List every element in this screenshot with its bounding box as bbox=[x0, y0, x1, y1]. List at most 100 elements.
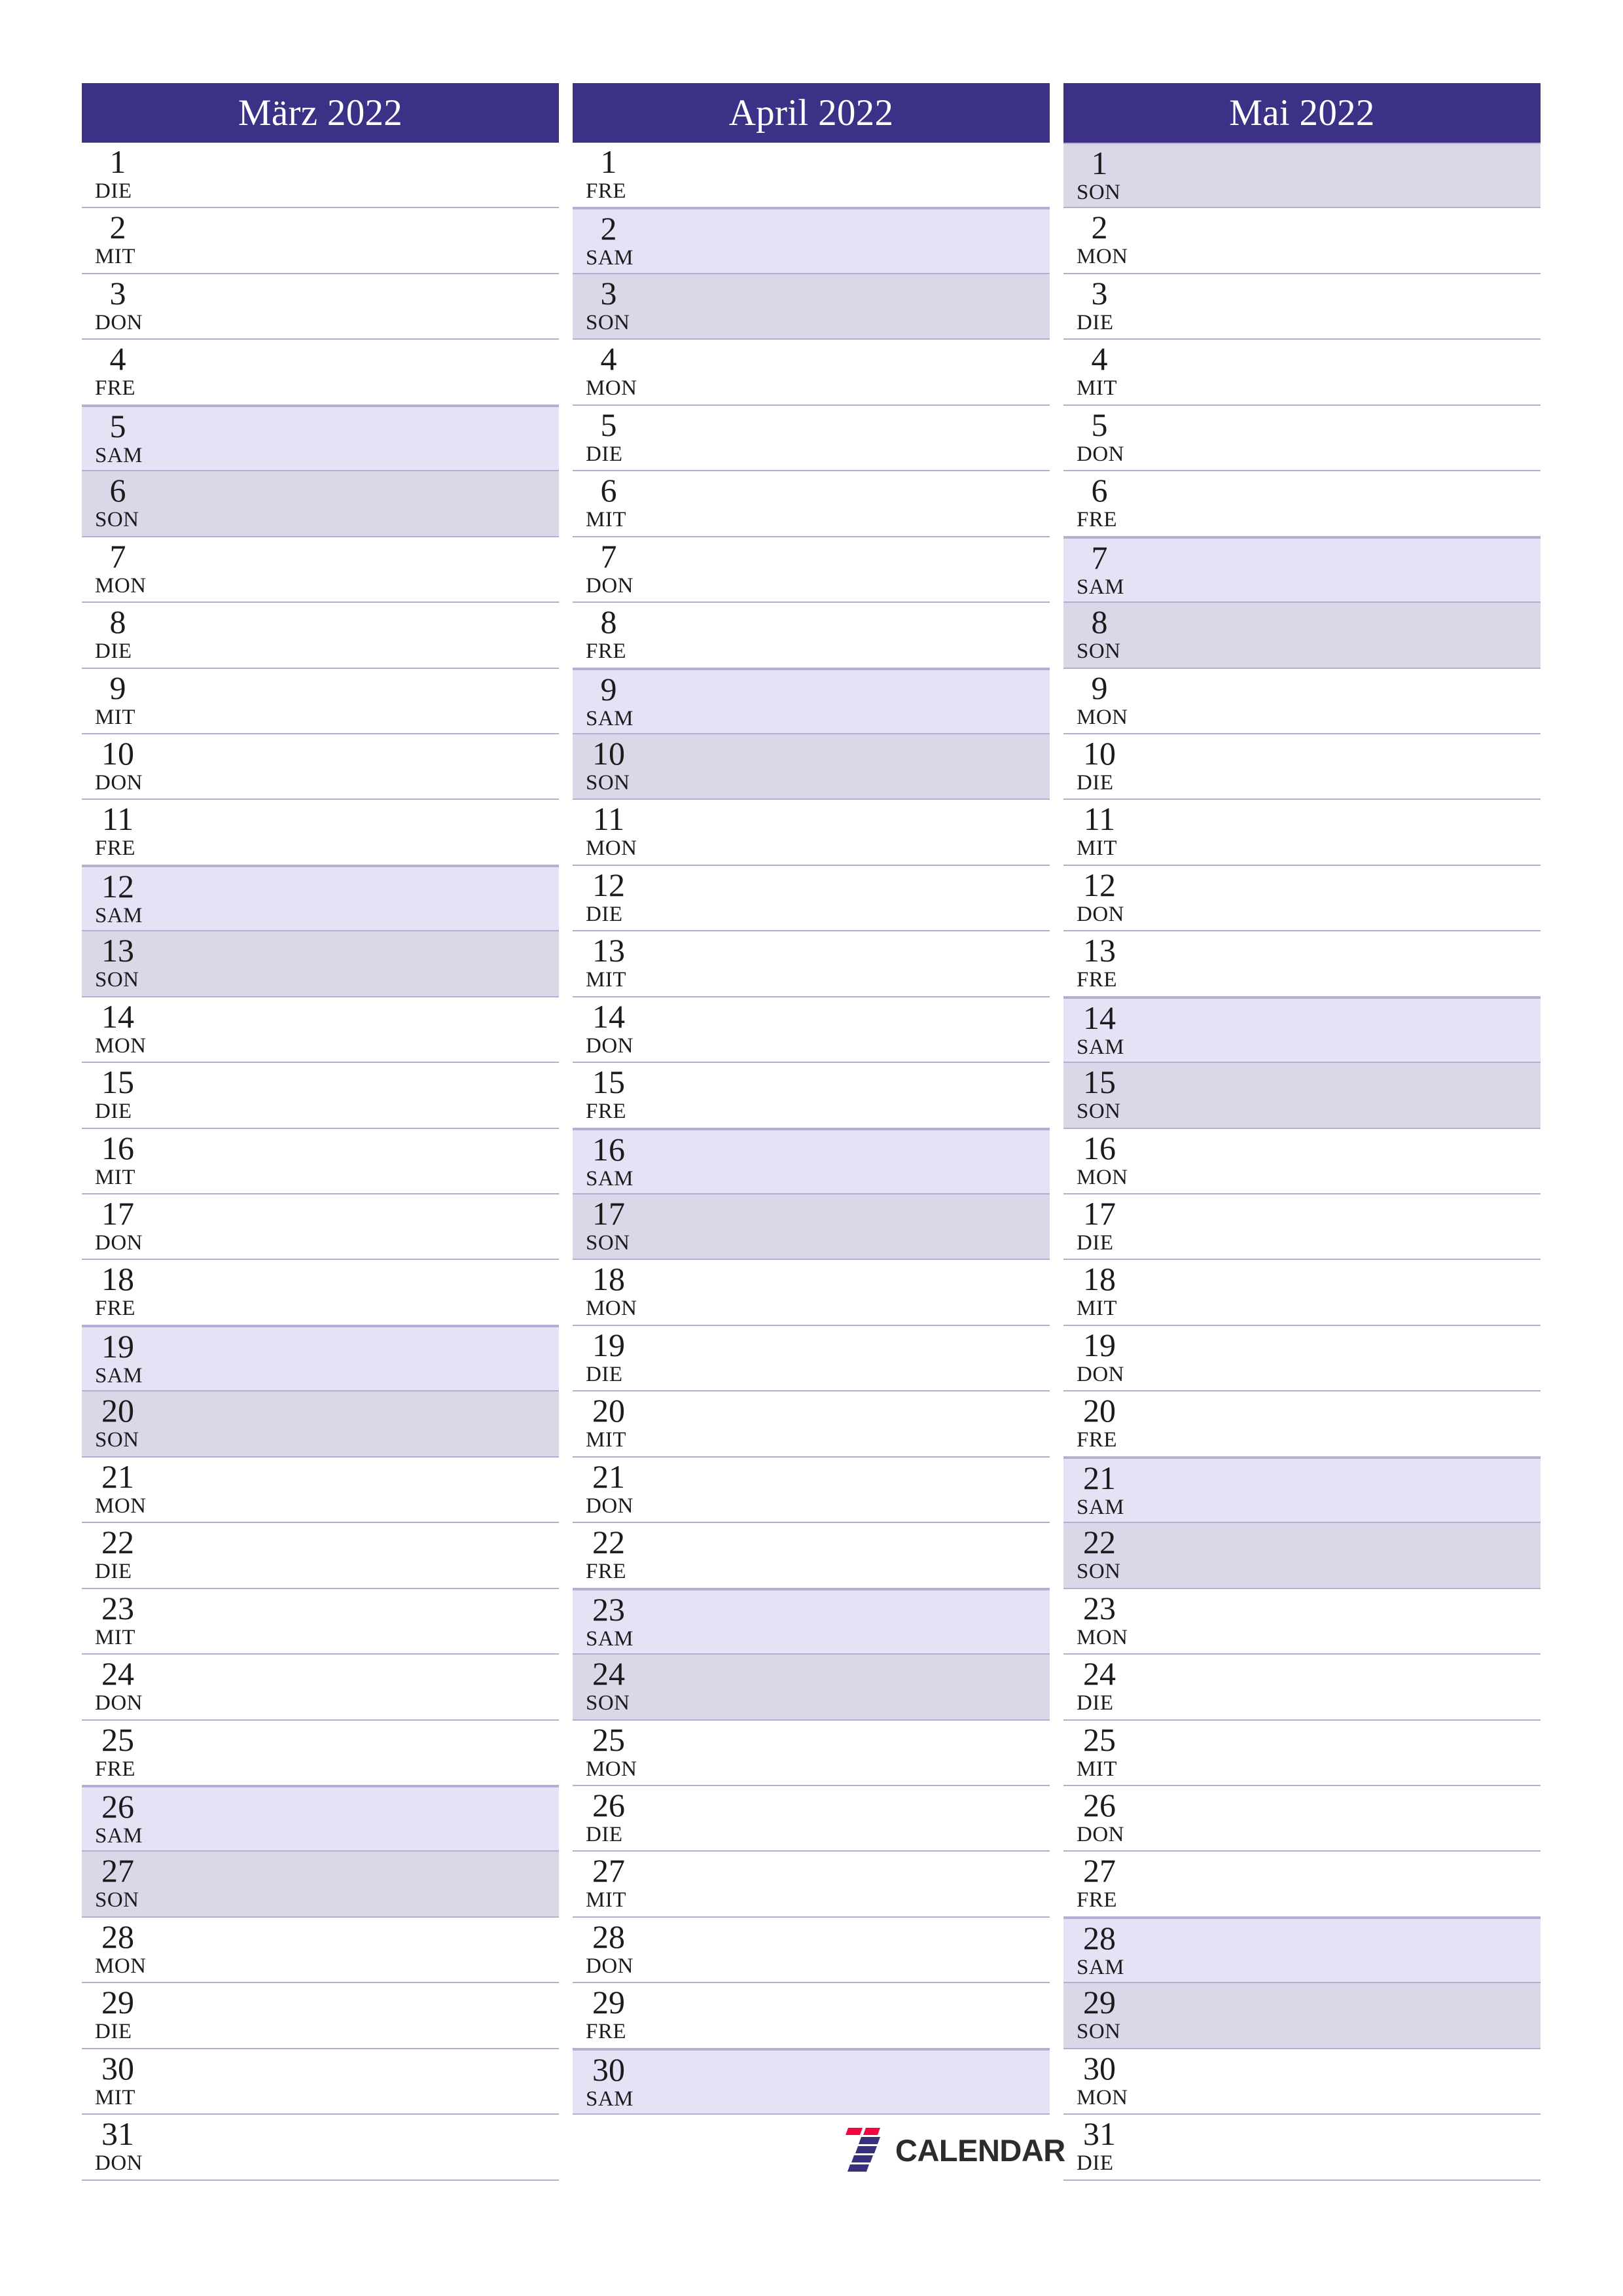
day-row[interactable]: 16 MON bbox=[1063, 1128, 1541, 1194]
day-row[interactable]: 23 MON bbox=[1063, 1588, 1541, 1655]
day-row[interactable]: 25 FRE bbox=[82, 1720, 559, 1786]
day-row[interactable]: 13 FRE bbox=[1063, 931, 1541, 997]
day-row[interactable]: 14 SAM bbox=[1063, 997, 1541, 1064]
day-row[interactable]: 29 DIE bbox=[82, 1983, 559, 2049]
day-weekday-abbr: MON bbox=[1077, 1625, 1128, 1649]
day-row[interactable]: 9 MIT bbox=[82, 668, 559, 734]
day-row[interactable]: 12 DON bbox=[1063, 865, 1541, 932]
day-row[interactable]: 20 SON bbox=[82, 1391, 559, 1458]
day-row[interactable]: 31 DON bbox=[82, 2115, 559, 2181]
day-row[interactable]: 20 MIT bbox=[573, 1391, 1050, 1458]
day-row[interactable]: 1 FRE bbox=[573, 143, 1050, 209]
day-row[interactable]: 31 DIE bbox=[1063, 2115, 1541, 2181]
day-row[interactable]: 26 DIE bbox=[573, 1785, 1050, 1852]
day-row[interactable]: 1 SON bbox=[1063, 143, 1541, 209]
day-row[interactable]: 13 SON bbox=[82, 931, 559, 997]
day-number: 22 bbox=[1083, 1524, 1116, 1561]
day-row[interactable]: 5 DIE bbox=[573, 405, 1050, 472]
day-row[interactable]: 2 SAM bbox=[573, 208, 1050, 274]
day-row[interactable]: 15 DIE bbox=[82, 1063, 559, 1129]
day-row[interactable]: 11 MON bbox=[573, 800, 1050, 866]
day-row[interactable]: 14 DON bbox=[573, 997, 1050, 1064]
day-row[interactable]: 27 MIT bbox=[573, 1852, 1050, 1918]
day-row[interactable]: 23 MIT bbox=[82, 1588, 559, 1655]
day-row[interactable]: 2 MIT bbox=[82, 208, 559, 274]
day-row[interactable]: 8 FRE bbox=[573, 603, 1050, 669]
day-row[interactable]: 15 FRE bbox=[573, 1063, 1050, 1129]
day-row[interactable]: 21 SAM bbox=[1063, 1457, 1541, 1524]
day-row[interactable]: 12 SAM bbox=[82, 865, 559, 932]
day-row[interactable]: 18 MIT bbox=[1063, 1260, 1541, 1326]
day-row[interactable]: 17 DIE bbox=[1063, 1194, 1541, 1261]
day-row[interactable]: 12 DIE bbox=[573, 865, 1050, 932]
day-weekday-abbr: FRE bbox=[1077, 1428, 1118, 1452]
day-row[interactable]: 10 DIE bbox=[1063, 734, 1541, 800]
day-row[interactable]: 7 SAM bbox=[1063, 537, 1541, 603]
day-row[interactable]: 28 DON bbox=[573, 1917, 1050, 1984]
day-row[interactable]: 7 DON bbox=[573, 537, 1050, 603]
day-row[interactable]: 22 SON bbox=[1063, 1523, 1541, 1589]
day-row[interactable]: 27 FRE bbox=[1063, 1852, 1541, 1918]
day-row[interactable]: 8 SON bbox=[1063, 603, 1541, 669]
day-row[interactable]: 6 MIT bbox=[573, 471, 1050, 537]
day-row[interactable]: 11 MIT bbox=[1063, 800, 1541, 866]
day-row[interactable]: 10 DON bbox=[82, 734, 559, 800]
day-row[interactable]: 5 DON bbox=[1063, 405, 1541, 472]
day-row[interactable]: 17 SON bbox=[573, 1194, 1050, 1261]
day-row[interactable]: 26 SAM bbox=[82, 1785, 559, 1852]
day-row[interactable]: 1 DIE bbox=[82, 143, 559, 209]
day-row[interactable]: 14 MON bbox=[82, 997, 559, 1064]
day-row[interactable]: 23 SAM bbox=[573, 1588, 1050, 1655]
day-row[interactable]: 4 MIT bbox=[1063, 340, 1541, 406]
day-row[interactable]: 29 FRE bbox=[573, 1983, 1050, 2049]
day-row[interactable]: 17 DON bbox=[82, 1194, 559, 1261]
day-row[interactable]: 25 MIT bbox=[1063, 1720, 1541, 1786]
day-row[interactable]: 18 MON bbox=[573, 1260, 1050, 1326]
day-row[interactable]: 29 SON bbox=[1063, 1983, 1541, 2049]
day-row[interactable]: 24 SON bbox=[573, 1655, 1050, 1721]
day-row[interactable]: 11 FRE bbox=[82, 800, 559, 866]
day-weekday-abbr: MON bbox=[586, 1757, 637, 1781]
day-row[interactable]: 3 DIE bbox=[1063, 274, 1541, 340]
day-row[interactable]: 9 MON bbox=[1063, 668, 1541, 734]
day-row[interactable]: 16 MIT bbox=[82, 1128, 559, 1194]
day-row[interactable]: 30 SAM bbox=[573, 2049, 1050, 2115]
day-row[interactable]: 19 DON bbox=[1063, 1325, 1541, 1392]
day-row[interactable]: 28 SAM bbox=[1063, 1917, 1541, 1984]
day-row[interactable]: 30 MIT bbox=[82, 2049, 559, 2115]
day-row[interactable]: 20 FRE bbox=[1063, 1391, 1541, 1458]
day-row[interactable]: 26 DON bbox=[1063, 1785, 1541, 1852]
day-row[interactable]: 25 MON bbox=[573, 1720, 1050, 1786]
day-row[interactable]: 22 DIE bbox=[82, 1523, 559, 1589]
day-row[interactable]: 21 MON bbox=[82, 1457, 559, 1524]
day-row[interactable]: 27 SON bbox=[82, 1852, 559, 1918]
day-row[interactable]: 13 MIT bbox=[573, 931, 1050, 997]
day-row[interactable]: 21 DON bbox=[573, 1457, 1050, 1524]
day-row[interactable]: 19 DIE bbox=[573, 1325, 1050, 1392]
day-row[interactable]: 7 MON bbox=[82, 537, 559, 603]
day-row[interactable]: 3 DON bbox=[82, 274, 559, 340]
day-row[interactable]: 10 SON bbox=[573, 734, 1050, 800]
day-number: 30 bbox=[592, 2051, 625, 2088]
day-row[interactable]: 22 FRE bbox=[573, 1523, 1050, 1589]
day-row[interactable]: 8 DIE bbox=[82, 603, 559, 669]
day-row[interactable]: 16 SAM bbox=[573, 1128, 1050, 1194]
day-weekday-abbr: FRE bbox=[1077, 968, 1118, 992]
day-row[interactable]: 2 MON bbox=[1063, 208, 1541, 274]
day-row[interactable]: 24 DIE bbox=[1063, 1655, 1541, 1721]
day-number: 14 bbox=[101, 997, 134, 1035]
day-row[interactable]: 5 SAM bbox=[82, 405, 559, 472]
day-weekday-abbr: FRE bbox=[586, 1100, 627, 1124]
day-row[interactable]: 18 FRE bbox=[82, 1260, 559, 1326]
day-row[interactable]: 24 DON bbox=[82, 1655, 559, 1721]
day-row[interactable]: 19 SAM bbox=[82, 1325, 559, 1392]
day-row[interactable]: 4 FRE bbox=[82, 340, 559, 406]
day-row[interactable]: 30 MON bbox=[1063, 2049, 1541, 2115]
day-row[interactable]: 3 SON bbox=[573, 274, 1050, 340]
day-row[interactable]: 4 MON bbox=[573, 340, 1050, 406]
day-row[interactable]: 6 SON bbox=[82, 471, 559, 537]
day-row[interactable]: 28 MON bbox=[82, 1917, 559, 1984]
day-row[interactable]: 9 SAM bbox=[573, 668, 1050, 734]
day-row[interactable]: 6 FRE bbox=[1063, 471, 1541, 537]
day-row[interactable]: 15 SON bbox=[1063, 1063, 1541, 1129]
